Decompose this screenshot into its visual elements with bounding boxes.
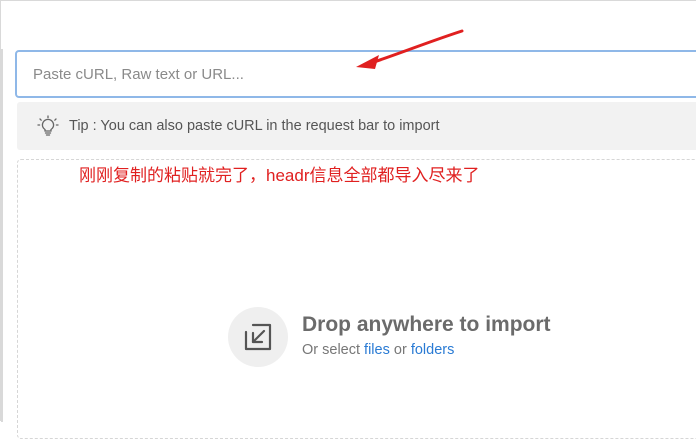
annotation-text: 刚刚复制的粘贴就完了，headr信息全部都导入尽来了 — [79, 166, 480, 185]
select-folders-link[interactable]: folders — [411, 342, 455, 358]
drop-sub-or: or — [393, 342, 407, 358]
select-files-link[interactable]: files — [364, 342, 390, 358]
tip-text: Tip : You can also paste cURL in the req… — [69, 118, 440, 134]
import-dialog: Tip : You can also paste cURL in the req… — [0, 0, 696, 439]
tip-bar: Tip : You can also paste cURL in the req… — [17, 102, 696, 150]
drop-sub-prefix: Or select — [302, 342, 361, 358]
lightbulb-icon — [37, 115, 59, 137]
drop-zone[interactable] — [17, 159, 696, 439]
drop-title: Drop anywhere to import — [302, 313, 551, 336]
import-tray-icon — [228, 307, 288, 367]
dialog-left-edge — [1, 49, 3, 422]
paste-curl-input[interactable] — [15, 50, 696, 98]
drop-subtitle: Or select files or folders — [302, 342, 454, 358]
